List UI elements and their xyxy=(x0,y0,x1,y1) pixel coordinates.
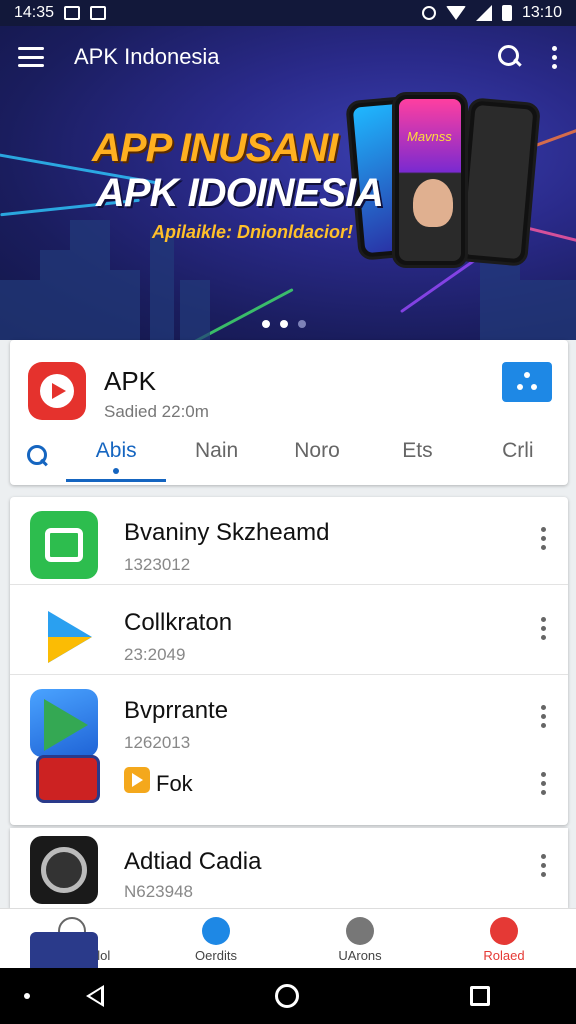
app-info-card: APK Sadied 22:0m Abis Nain Noro Ets Crli xyxy=(10,340,568,485)
nav-item-oerdits[interactable]: Oerdits xyxy=(144,909,288,968)
list-item-title: Fok xyxy=(156,771,193,796)
gallery-notification-icon xyxy=(90,6,107,20)
skyline-building xyxy=(480,260,520,340)
list-item-title: Bvprrante xyxy=(124,697,229,724)
carousel-indicator xyxy=(262,320,306,328)
tab-abis[interactable]: Abis xyxy=(66,428,167,484)
skyline-building xyxy=(0,280,40,340)
home-icon[interactable] xyxy=(274,984,299,1008)
menu-icon[interactable] xyxy=(18,47,44,67)
more-options-icon[interactable] xyxy=(541,772,546,795)
status-bar: 14:35 13:10 xyxy=(0,0,576,26)
signal-icon xyxy=(475,5,492,21)
more-options-icon[interactable] xyxy=(541,527,546,550)
skyline-building xyxy=(520,280,576,340)
search-icon[interactable] xyxy=(498,45,522,69)
tab-search-icon[interactable] xyxy=(10,445,66,467)
skyline-building xyxy=(110,270,140,340)
category-tabs: Abis Nain Noro Ets Crli xyxy=(10,428,568,484)
list-item-subtitle: 1262013 xyxy=(124,733,191,752)
skyline-building xyxy=(180,280,210,340)
wifi-icon xyxy=(445,6,466,20)
nav-item-rolaed[interactable]: Rolaed xyxy=(432,909,576,968)
list-item-subtitle: N623948 xyxy=(124,882,194,901)
list-item[interactable]: Adtiad Cadia N623948 xyxy=(10,828,568,908)
phone-screen-text: Mavnss xyxy=(407,129,452,144)
skyline-building xyxy=(40,250,70,340)
list-item-title: Collkraton xyxy=(124,609,233,636)
chat-icon xyxy=(346,917,374,945)
person-illustration xyxy=(413,179,453,227)
list-item[interactable]: Bvaniny Skzheamd 1323012 xyxy=(10,497,568,585)
green-box-icon xyxy=(30,511,98,579)
app-name: APK xyxy=(104,366,157,396)
share-icon xyxy=(517,372,537,392)
carousel-dot[interactable] xyxy=(280,320,288,328)
list-item-title: Bvaniny Skzheamd xyxy=(124,519,330,546)
phone-center-illustration: Mavnss xyxy=(392,92,468,268)
more-options-icon[interactable] xyxy=(541,705,546,728)
heart-chat-icon xyxy=(490,917,518,945)
battery-icon xyxy=(501,5,512,21)
app-subtitle: Sadied 22:0m xyxy=(104,402,209,421)
promo-icon xyxy=(36,755,100,803)
more-options-icon[interactable] xyxy=(541,617,546,640)
banner-headline-line-1: APP INUSANI xyxy=(92,126,338,170)
app-list-second: Adtiad Cadia N623948 xyxy=(10,828,568,908)
carousel-dot[interactable] xyxy=(298,320,306,328)
app-list: Bvaniny Skzheamd 1323012 Collkraton 23:2… xyxy=(10,497,568,825)
hero-banner[interactable]: APK Indonesia APP INUSANI APK IDOINESIA … xyxy=(0,26,576,340)
speaker-icon xyxy=(30,836,98,904)
list-item-subtitle: 1323012 xyxy=(124,555,191,574)
nav-label: Oerdits xyxy=(195,948,237,963)
dot-icon xyxy=(24,993,30,999)
app-bar: APK Indonesia xyxy=(0,26,576,88)
more-options-icon[interactable] xyxy=(552,45,558,69)
nav-label: Rolaed xyxy=(483,948,525,963)
list-item-title: Adtiad Cadia xyxy=(124,848,262,875)
tab-ets[interactable]: Ets xyxy=(367,428,467,484)
nav-label: UArons xyxy=(338,948,382,963)
status-time-left: 14:35 xyxy=(14,4,55,21)
alarm-icon xyxy=(421,6,436,20)
skyline-tower xyxy=(150,230,174,340)
more-options-icon[interactable] xyxy=(541,854,546,877)
system-navigation-bar xyxy=(0,968,576,1024)
banner-tagline: Apilaikle: Dnionldacior! xyxy=(152,222,354,242)
image-notification-icon xyxy=(64,6,81,20)
blue-play-icon xyxy=(30,689,98,757)
thumbnail-image xyxy=(30,932,98,968)
tab-crli[interactable]: Crli xyxy=(468,428,568,484)
play-triangle-icon xyxy=(30,601,98,669)
list-item[interactable]: Collkraton 23:2049 xyxy=(10,587,568,675)
play-circle-icon xyxy=(202,917,230,945)
list-item-subtitle: 23:2049 xyxy=(124,645,186,664)
play-badge-icon xyxy=(124,767,150,793)
app-logo-icon xyxy=(28,362,86,420)
app-title: APK Indonesia xyxy=(74,44,220,69)
carousel-dot[interactable] xyxy=(262,320,270,328)
back-icon[interactable] xyxy=(85,985,104,1007)
nav-item-uarons[interactable]: UArons xyxy=(288,909,432,968)
share-button[interactable] xyxy=(502,362,552,402)
status-time-right: 13:10 xyxy=(521,4,562,21)
tab-noro[interactable]: Noro xyxy=(267,428,367,484)
banner-headline: APP INUSANI APK IDOINESIA Apilaikle: Dni… xyxy=(92,126,384,243)
recent-apps-icon[interactable] xyxy=(470,986,491,1006)
banner-headline-line-2: APK IDOINESIA xyxy=(96,171,384,215)
tab-nain[interactable]: Nain xyxy=(166,428,266,484)
